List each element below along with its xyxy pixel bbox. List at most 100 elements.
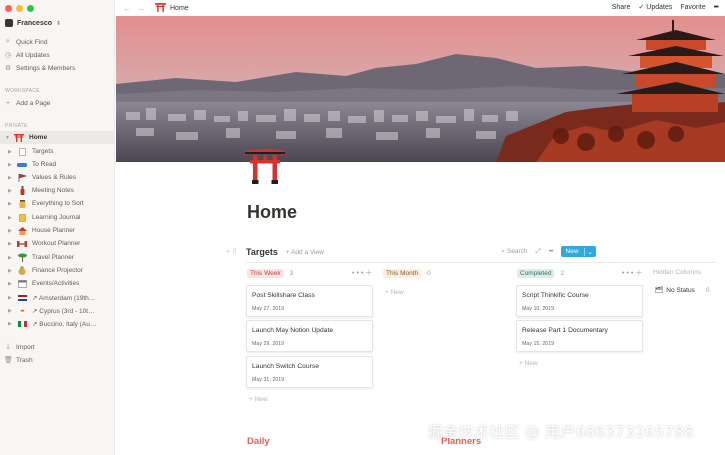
forward-arrow-icon[interactable]: →	[137, 4, 151, 13]
cover-image[interactable]	[116, 16, 725, 162]
trash-item[interactable]: 🗑︎ Trash	[4, 354, 110, 366]
car-icon	[17, 161, 27, 169]
quick-find-item[interactable]: ⌕ Quick Find	[4, 36, 110, 48]
expand-icon[interactable]: ⤢	[536, 248, 541, 256]
updates-button[interactable]: ✓ Updates	[638, 3, 672, 12]
sidebar-item-amsterdam[interactable]: ▶ ↗ Amsterdam (19th…	[0, 291, 114, 304]
section-heading-daily[interactable]: Daily	[247, 436, 270, 447]
database-title[interactable]: Targets	[246, 247, 278, 257]
zoom-window-button[interactable]	[27, 5, 34, 12]
settings-members-item[interactable]: ⚙ Settings & Members	[4, 62, 110, 74]
page-title[interactable]: Home	[247, 202, 297, 223]
triangle-right-icon[interactable]: ▶	[8, 175, 15, 181]
board-card[interactable]: Launch Switch Course May 31, 2019	[246, 356, 373, 388]
share-button[interactable]: Share	[612, 4, 631, 11]
quick-find-label: Quick Find	[16, 38, 48, 46]
board-card[interactable]: Launch May Notion Update May 29, 2019	[246, 320, 373, 352]
board-card[interactable]: Release Part 1 Documentary May 15, 2019	[516, 320, 643, 352]
drag-handle-icon[interactable]: + ⠿	[226, 248, 246, 256]
settings-members-label: Settings & Members	[16, 64, 76, 72]
board-card[interactable]: Post Skillshare Class May 27, 2019	[246, 285, 373, 317]
triangle-down-icon[interactable]: ▼	[5, 135, 12, 141]
minimize-window-button[interactable]	[16, 5, 23, 12]
triangle-right-icon[interactable]: ▶	[8, 268, 15, 274]
workspace-switcher[interactable]: Francesco ⬍	[5, 19, 61, 27]
new-button[interactable]: New ⌄	[560, 246, 596, 257]
card-date: May 31, 2019	[252, 377, 285, 383]
status-tag: Completed	[517, 269, 555, 278]
chevron-down-icon[interactable]: ⌄	[583, 247, 596, 256]
torii-icon[interactable]	[245, 148, 285, 184]
trash-icon: 🗑︎	[4, 357, 13, 364]
add-card-button[interactable]: + New	[385, 289, 404, 296]
triangle-right-icon[interactable]: ▶	[8, 241, 15, 247]
sidebar-item-buccino[interactable]: ▶ ↗ Buccino, Italy (Au…	[0, 317, 114, 330]
search-button[interactable]: ⌕ Search	[501, 248, 527, 256]
sidebar-item-values-rules[interactable]: ▶ Values & Rules	[0, 171, 114, 184]
sidebar-item-everything-to-sort[interactable]: ▶ Everything to Sort	[0, 197, 114, 210]
card-title: Script Thinkific Course	[522, 292, 589, 299]
sidebar-item-to-read[interactable]: ▶ To Read	[0, 158, 114, 171]
card-date: May 15, 2019	[522, 341, 555, 347]
more-button[interactable]: •••	[714, 4, 719, 11]
import-item[interactable]: ⤓ Import	[4, 341, 110, 353]
add-page-item[interactable]: + Add a Page	[4, 97, 110, 109]
money-bag-icon	[17, 266, 27, 275]
add-card-button[interactable]: + New	[249, 396, 268, 403]
favorite-button[interactable]: Favorite	[680, 4, 705, 11]
sidebar-item-label: Travel Planner	[32, 254, 75, 261]
sidebar-item-workout-planner[interactable]: ▶ Workout Planner	[0, 237, 114, 250]
triangle-right-icon[interactable]: ▶	[8, 215, 15, 221]
sidebar-item-travel-planner[interactable]: ▶ Travel Planner	[0, 251, 114, 264]
add-view-button[interactable]: + Add a View	[286, 249, 324, 256]
card-title: Post Skillshare Class	[252, 292, 315, 299]
calendar-icon	[17, 279, 27, 288]
database-more-button[interactable]: •••	[549, 248, 554, 255]
triangle-right-icon[interactable]: ▶	[8, 188, 15, 194]
clock-icon: ◷	[4, 52, 12, 59]
column-header-this-month[interactable]: This Month 0	[383, 268, 431, 279]
sidebar-item-home[interactable]: ▼ Home	[0, 131, 114, 144]
import-label: Import	[16, 343, 35, 351]
add-card-button[interactable]: + New	[519, 360, 538, 367]
triangle-right-icon[interactable]: ▶	[8, 201, 15, 207]
breadcrumb[interactable]: Home	[155, 2, 189, 14]
triangle-right-icon[interactable]: ▶	[8, 295, 15, 301]
sidebar-item-cyprus[interactable]: ▶ ↗ Cyprus (3rd - 10t…	[0, 304, 114, 317]
sidebar-item-events-activities[interactable]: ▶ Events/Activities	[0, 277, 114, 290]
back-arrow-icon[interactable]: ←	[123, 4, 137, 13]
sidebar-item-targets[interactable]: ▶ Targets	[0, 145, 114, 158]
close-window-button[interactable]	[5, 5, 12, 12]
board-card[interactable]: Script Thinkific Course May 10, 2019	[516, 285, 643, 317]
triangle-right-icon[interactable]: ▶	[8, 149, 15, 155]
column-header-this-week[interactable]: This Week 3	[247, 268, 293, 279]
torii-icon	[14, 133, 24, 142]
no-status-column[interactable]: 🗂︎ No Status 0	[655, 286, 709, 295]
sidebar-item-label: Learning Journal	[32, 214, 81, 221]
status-tag: This Month	[383, 269, 422, 278]
database-actions: ⌕ Search ⤢ ••• New ⌄	[501, 246, 596, 257]
all-updates-item[interactable]: ◷ All Updates	[4, 49, 110, 61]
column-header-completed[interactable]: Completed 2	[517, 268, 564, 279]
column-tools[interactable]: •••＋	[352, 268, 374, 278]
breadcrumb-label: Home	[170, 4, 189, 12]
triangle-right-icon[interactable]: ▶	[8, 255, 15, 261]
triangle-right-icon[interactable]: ▶	[8, 228, 15, 234]
sidebar-item-meeting-notes[interactable]: ▶ Meeting Notes	[0, 184, 114, 197]
triangle-right-icon[interactable]: ▶	[8, 321, 15, 327]
triangle-right-icon[interactable]: ▶	[8, 162, 15, 168]
sidebar-item-learning-journal[interactable]: ▶ Learning Journal	[0, 211, 114, 224]
column-tools[interactable]: •••＋	[622, 268, 644, 278]
column-count: 3	[289, 270, 294, 277]
triangle-right-icon[interactable]: ▶	[8, 308, 15, 314]
sidebar-item-house-planner[interactable]: ▶ House Planner	[0, 224, 114, 237]
sidebar-item-finance-projector[interactable]: ▶ Finance Projector	[0, 264, 114, 277]
workspace-avatar	[5, 19, 13, 27]
import-icon: ⤓	[6, 343, 10, 350]
triangle-right-icon[interactable]: ▶	[8, 281, 15, 287]
search-icon: ⌕	[6, 38, 10, 45]
sidebar-item-label: Values & Rules	[32, 174, 76, 181]
checkmark-icon: ✓	[638, 4, 645, 11]
plus-icon: +	[5, 99, 11, 107]
divider	[246, 262, 716, 263]
